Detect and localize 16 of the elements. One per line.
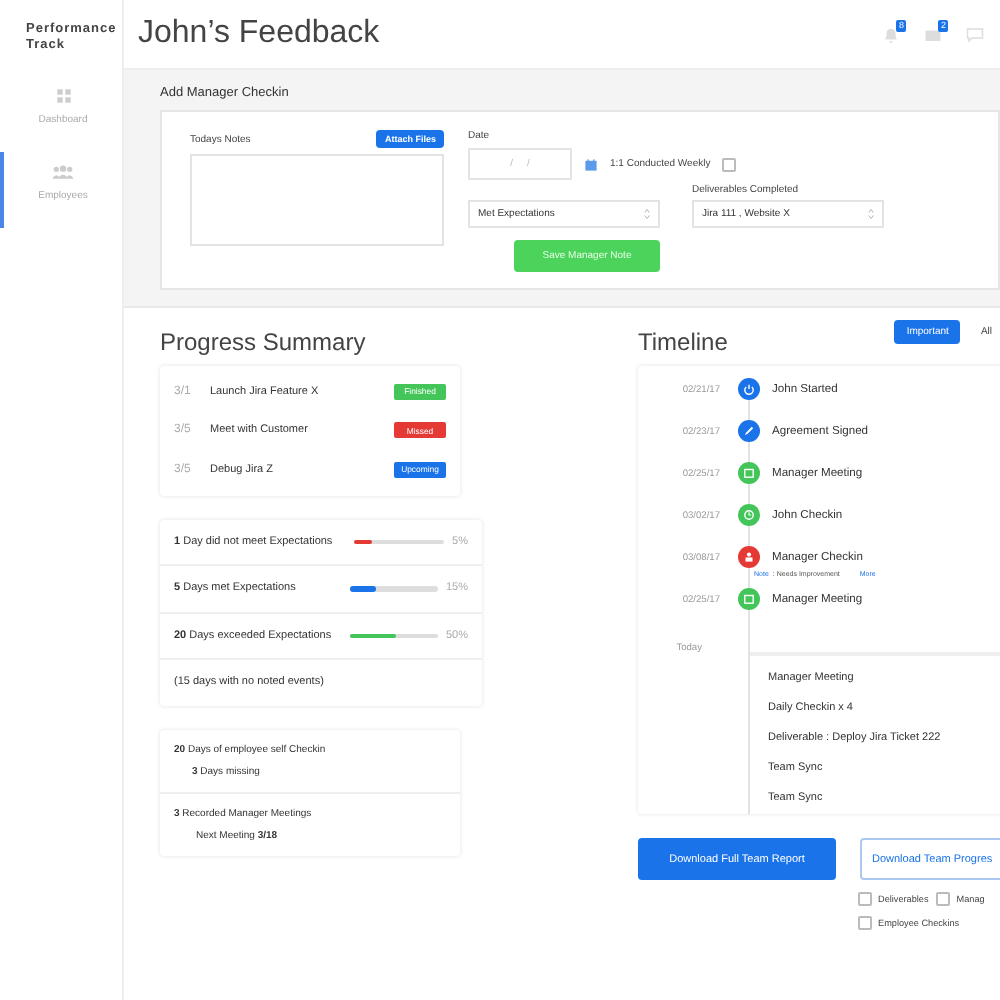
select-arrows-icon	[644, 208, 650, 220]
bell-icon[interactable]	[882, 25, 900, 43]
chat-icon[interactable]	[966, 25, 984, 43]
select-arrows-icon	[868, 208, 874, 220]
people-icon	[50, 164, 76, 180]
checkbox[interactable]	[722, 157, 737, 171]
mail-icon[interactable]	[924, 25, 942, 43]
section-heading: Timeline	[638, 328, 728, 356]
dashboard-icon	[55, 88, 71, 104]
checkbox[interactable]	[858, 916, 872, 930]
page-title: John’s Feedback	[138, 16, 380, 52]
checkbox[interactable]	[936, 892, 951, 906]
section-heading: Progress Summary	[160, 328, 368, 356]
checkbox[interactable]	[858, 892, 872, 906]
calendar-icon[interactable]	[584, 157, 598, 171]
notes-field[interactable]	[190, 154, 444, 246]
